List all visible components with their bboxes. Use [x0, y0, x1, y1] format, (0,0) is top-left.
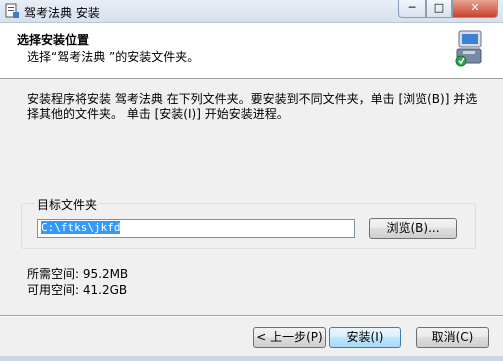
title-bar: 驾考法典 安装 ─ □ ✕ [0, 0, 503, 23]
browse-button[interactable]: 浏览(B)... [369, 218, 457, 239]
page-subtitle: 选择“驾考法典 ”的安装文件夹。 [27, 50, 200, 64]
header-panel: 选择安装位置 选择“驾考法典 ”的安装文件夹。 [0, 23, 503, 79]
close-button[interactable]: ✕ [452, 0, 498, 18]
install-description: 安装程序将安装 驾考法典 在下列文件夹。要安装到不同文件夹，单击 [浏览(B)]… [27, 92, 478, 121]
install-button[interactable]: 安装(I) [329, 327, 401, 348]
window-title: 驾考法典 安装 [24, 6, 100, 20]
footer-divider [0, 315, 503, 317]
destination-path-text: C:\ftks\jkfd [41, 221, 121, 234]
page-title: 选择安装位置 [17, 33, 90, 47]
installer-icon [5, 3, 19, 18]
minimize-button[interactable]: ─ [398, 0, 426, 18]
cancel-button[interactable]: 取消(C) [416, 327, 489, 348]
destination-path-input[interactable]: C:\ftks\jkfd [37, 219, 355, 238]
window-bottom-edge [0, 356, 503, 361]
available-space: 可用空间: 41.2GB [27, 283, 128, 297]
destination-folder-label: 目标文件夹 [35, 196, 100, 213]
back-button[interactable]: < 上一步(P) [253, 327, 326, 348]
maximize-button[interactable]: □ [426, 0, 452, 18]
setup-computer-icon [455, 30, 482, 67]
required-space: 所需空间: 95.2MB [27, 267, 129, 281]
